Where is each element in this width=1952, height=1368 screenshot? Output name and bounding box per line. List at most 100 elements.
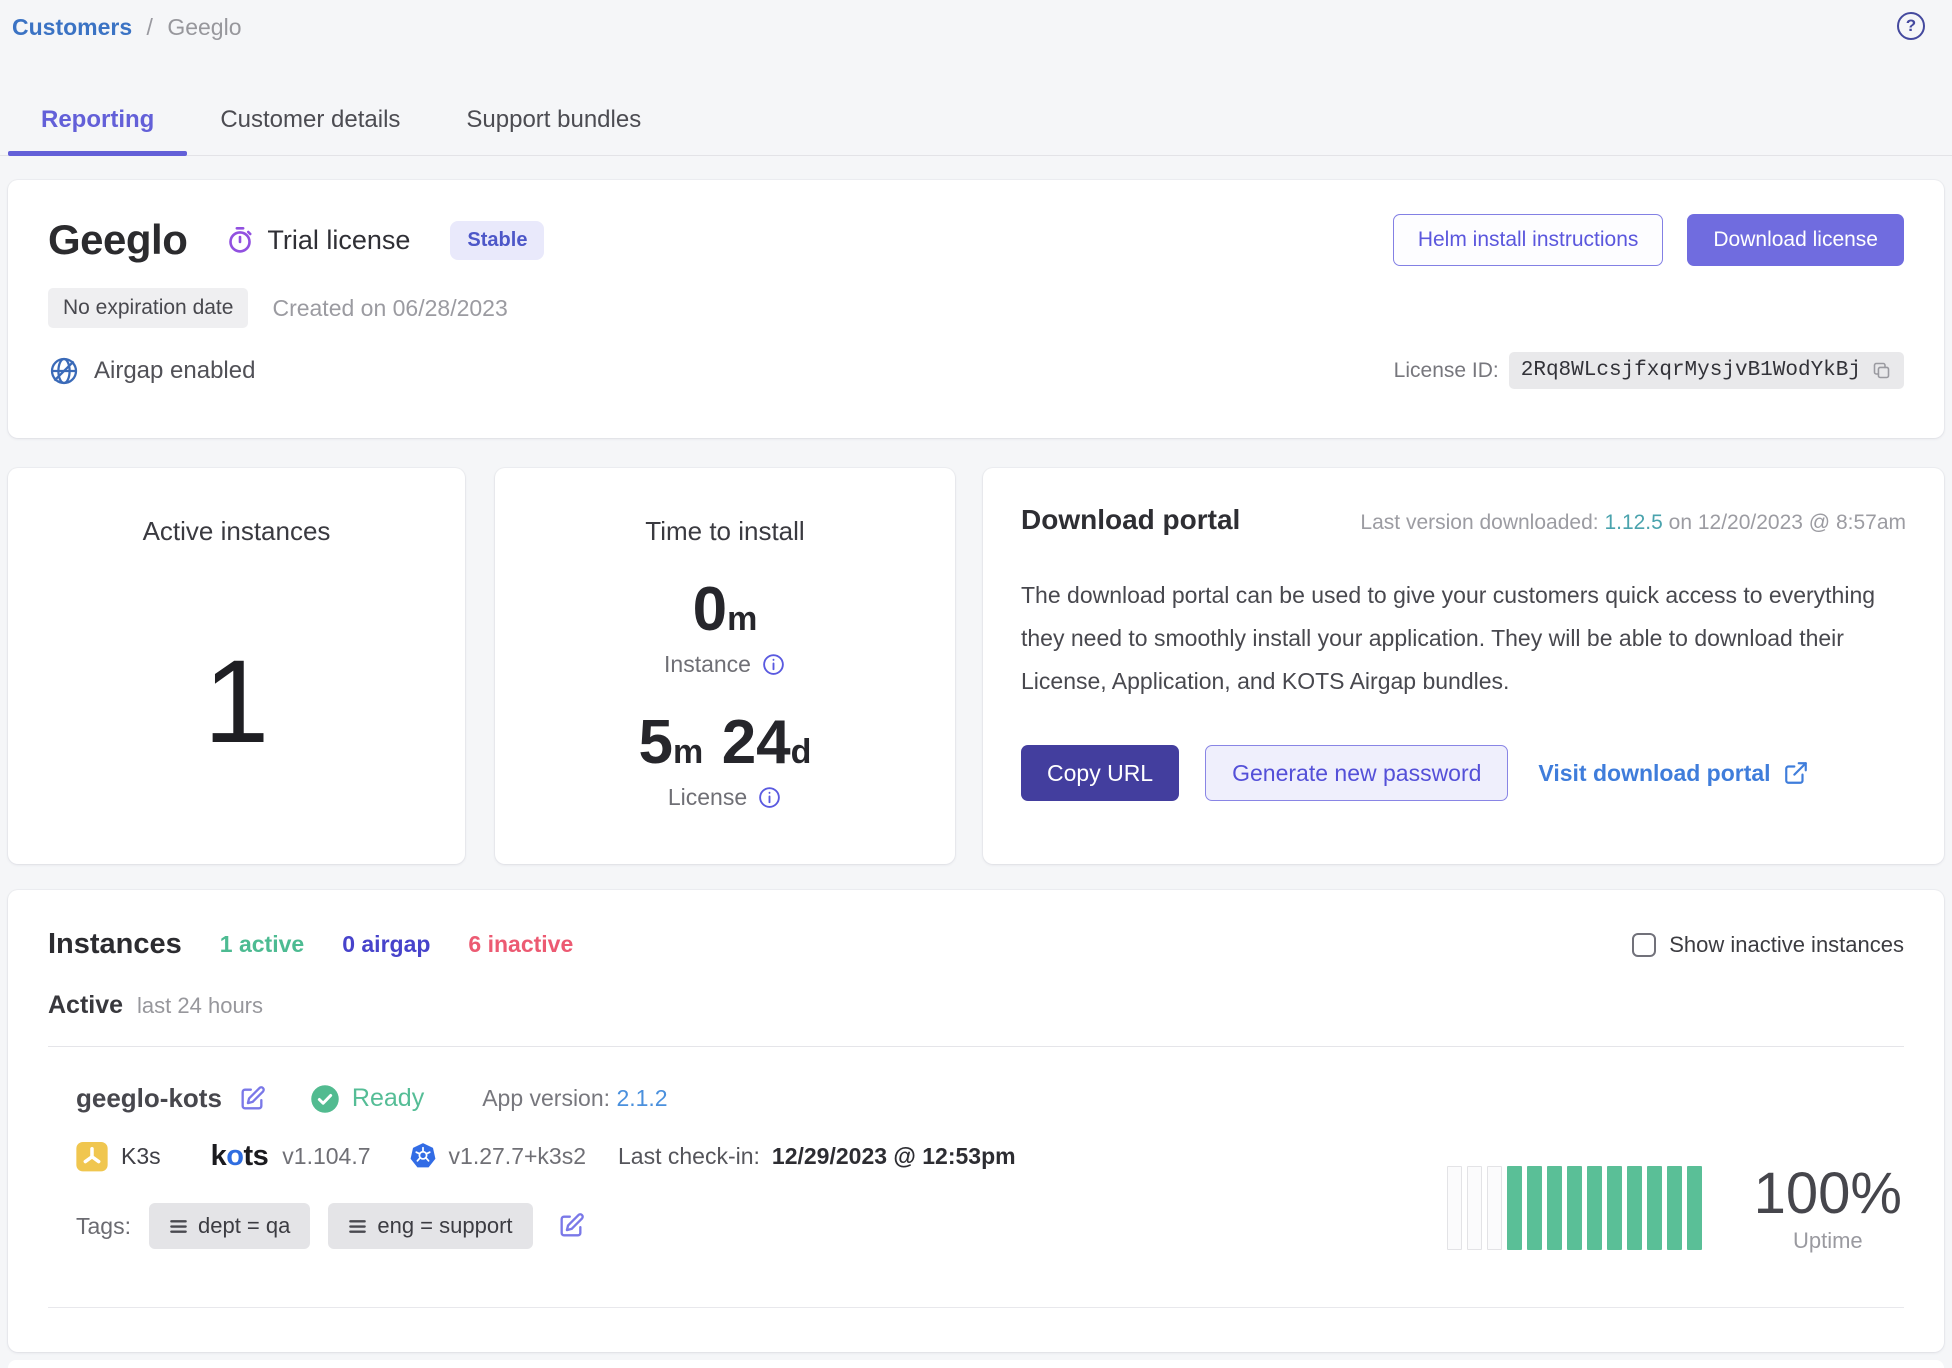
download-portal-title: Download portal [1021, 504, 1240, 536]
breadcrumb-customers-link[interactable]: Customers [12, 14, 132, 40]
active-count[interactable]: 1 active [220, 931, 304, 958]
tag-chip: eng = support [328, 1203, 532, 1249]
tab-reporting[interactable]: Reporting [8, 96, 187, 155]
last-version-downloaded: Last version downloaded: 1.12.5 on 12/20… [1360, 511, 1906, 535]
license-info-icon[interactable] [757, 785, 782, 810]
tags-label: Tags: [76, 1213, 131, 1240]
divider [48, 1046, 1904, 1047]
uptime-bar [1567, 1166, 1582, 1250]
next-section-card-edge [8, 1360, 1944, 1368]
uptime-bar [1667, 1166, 1682, 1250]
uptime-bar [1647, 1166, 1662, 1250]
last-version-date: on 12/20/2023 @ 8:57am [1669, 511, 1906, 534]
tab-support-bundles[interactable]: Support bundles [433, 96, 674, 155]
breadcrumb: Customers / Geeglo [12, 14, 242, 41]
kots-logo-ts: ts [244, 1140, 269, 1172]
visit-download-portal-label: Visit download portal [1538, 760, 1770, 787]
instances-title: Instances [48, 928, 182, 961]
channel-badge: Stable [450, 221, 544, 260]
kots-version: v1.104.7 [282, 1143, 370, 1170]
last-checkin-value: 12/29/2023 @ 12:53pm [772, 1143, 1016, 1170]
instance-install-time: 0m [495, 579, 955, 641]
license-install-time: 5m 24d [495, 712, 955, 774]
uptime-bar [1547, 1166, 1562, 1250]
customer-reporting-page: Customers / Geeglo ? Reporting Customer … [0, 0, 1952, 1368]
airgap-enabled-label: Airgap enabled [94, 357, 255, 385]
breadcrumb-current: Geeglo [167, 14, 241, 40]
copy-url-button[interactable]: Copy URL [1021, 745, 1179, 801]
license-type-label: Trial license [267, 225, 410, 256]
edit-instance-name-icon[interactable] [238, 1085, 266, 1113]
license-type: Trial license [225, 225, 410, 256]
instance-time-unit: m [727, 600, 757, 638]
show-inactive-toggle[interactable]: Show inactive instances [1632, 932, 1904, 958]
kubernetes-version-group: v1.27.7+k3s2 [409, 1142, 586, 1171]
show-inactive-checkbox[interactable] [1632, 933, 1656, 957]
download-portal-description: The download portal can be used to give … [1021, 574, 1891, 703]
time-to-install-title: Time to install [495, 468, 955, 547]
copy-license-id-icon[interactable] [1871, 360, 1892, 381]
app-version: App version: 2.1.2 [482, 1085, 667, 1112]
kots-logo-o: o [226, 1140, 243, 1172]
instance-status-label: Ready [352, 1084, 424, 1113]
show-inactive-label: Show inactive instances [1669, 932, 1904, 958]
distribution: K3s [76, 1142, 161, 1172]
active-tab-underline [8, 151, 187, 156]
uptime-bar [1527, 1166, 1542, 1250]
license-summary-card: Geeglo Trial license Stable Helm install… [8, 180, 1944, 438]
generate-new-password-button[interactable]: Generate new password [1205, 745, 1508, 801]
visit-download-portal-link[interactable]: Visit download portal [1538, 760, 1808, 787]
license-time-label-row: License [495, 784, 955, 811]
airgap-globe-icon [48, 355, 80, 387]
active-instances-value: 1 [8, 643, 465, 761]
uptime-percentage: 100% [1754, 1162, 1902, 1226]
active-instances-card: Active instances 1 [8, 468, 465, 864]
download-license-button[interactable]: Download license [1687, 214, 1904, 266]
kots-logo-k: k [211, 1140, 227, 1172]
airgap-count[interactable]: 0 airgap [342, 931, 430, 958]
license-time-value-1: 5 [639, 708, 673, 777]
active-group-label: Active [48, 991, 123, 1020]
tag-value: eng = support [377, 1213, 512, 1239]
breadcrumb-separator: / [147, 14, 153, 40]
uptime-bar [1627, 1166, 1642, 1250]
kubernetes-version: v1.27.7+k3s2 [449, 1143, 586, 1170]
trial-timer-icon [225, 225, 255, 255]
time-to-install-card: Time to install 0m Instance 5m 24d Licen… [495, 468, 955, 864]
last-version-label: Last version downloaded: [1360, 511, 1598, 534]
tag-lines-icon [348, 1217, 367, 1236]
tab-customer-details-label: Customer details [220, 106, 400, 133]
help-icon[interactable]: ? [1897, 12, 1925, 40]
k3s-icon [76, 1142, 108, 1172]
instance-info-icon[interactable] [761, 652, 786, 677]
download-portal-card: Download portal Last version downloaded:… [983, 468, 1944, 864]
inactive-count[interactable]: 6 inactive [468, 931, 573, 958]
kubernetes-icon [409, 1142, 437, 1171]
active-group-sublabel: last 24 hours [137, 993, 263, 1019]
expiration-badge: No expiration date [48, 288, 248, 328]
tag-value: dept = qa [198, 1213, 290, 1239]
helm-install-instructions-button[interactable]: Helm install instructions [1393, 214, 1664, 266]
tag-chip: dept = qa [149, 1203, 310, 1249]
divider [48, 1307, 1904, 1308]
uptime-bar [1507, 1166, 1522, 1250]
license-id-value: 2Rq8WLcsjfxqrMysjvB1WodYkBj [1521, 359, 1861, 382]
instance-time-value: 0 [693, 575, 727, 644]
tab-customer-details[interactable]: Customer details [187, 96, 433, 155]
last-version-number[interactable]: 1.12.5 [1604, 511, 1662, 534]
app-version-value[interactable]: 2.1.2 [616, 1085, 667, 1111]
license-time-label: License [668, 784, 747, 811]
instance-time-label-row: Instance [495, 651, 955, 678]
kots-logo: kots [211, 1140, 269, 1173]
uptime-bar [1607, 1166, 1622, 1250]
uptime-bar [1447, 1166, 1462, 1250]
distribution-label: K3s [121, 1143, 161, 1170]
edit-tags-icon[interactable] [557, 1212, 585, 1240]
tab-bar: Reporting Customer details Support bundl… [0, 96, 1952, 156]
external-link-icon [1783, 760, 1809, 786]
tab-reporting-label: Reporting [41, 106, 154, 133]
uptime-bar [1467, 1166, 1482, 1250]
created-date: Created on 06/28/2023 [272, 295, 507, 322]
instance-name: geeglo-kots [76, 1083, 222, 1114]
uptime-bars [1447, 1166, 1702, 1250]
